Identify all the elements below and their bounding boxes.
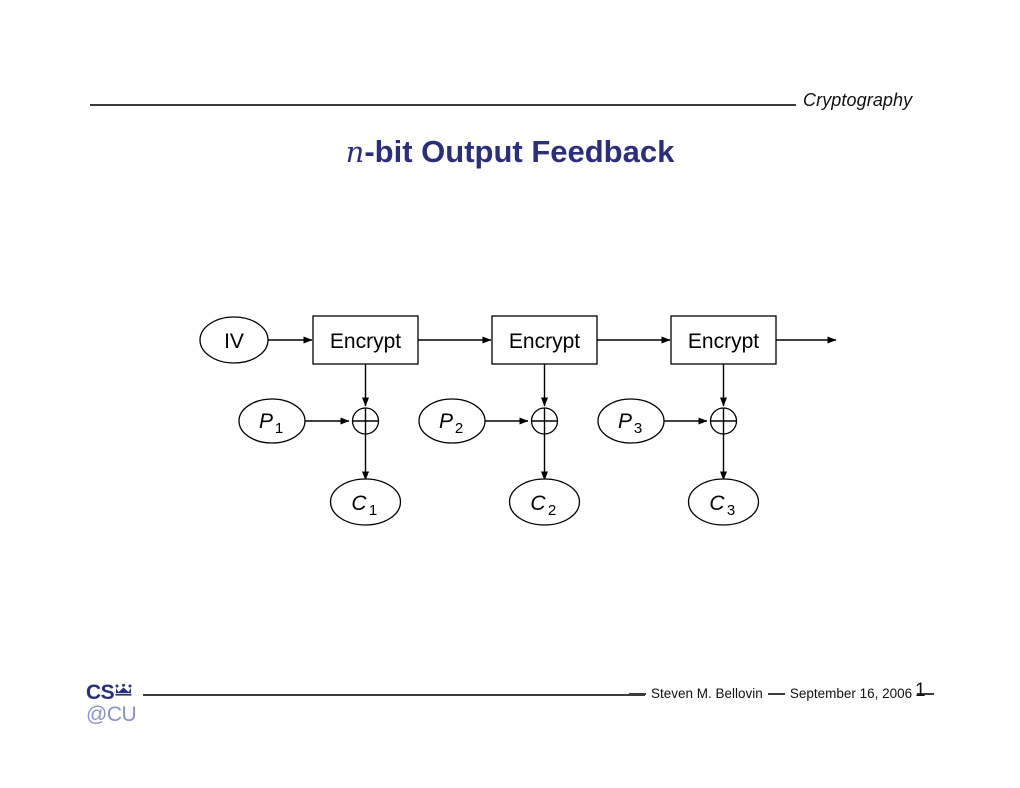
ciphertext-node-3: C 3 bbox=[687, 478, 760, 526]
plaintext-node-2: P 2 bbox=[418, 398, 486, 444]
footer-dash-left bbox=[629, 693, 646, 695]
title-math-variable: n bbox=[345, 135, 365, 169]
ciphertext-node-1: C 1 bbox=[329, 478, 402, 526]
ciphertext-node-2-base: C bbox=[530, 492, 546, 515]
iv-node: IV bbox=[199, 316, 269, 364]
logo-bottom-text: @CU bbox=[86, 703, 137, 726]
footer-rule bbox=[143, 694, 645, 696]
logo-top-text: CS bbox=[86, 679, 148, 703]
plaintext-node-3-subscript: 3 bbox=[634, 420, 642, 437]
plaintext-node-2-subscript: 2 bbox=[455, 420, 463, 437]
cipher-block-2-label: Encrypt bbox=[509, 330, 580, 353]
logo-cs-text: CS bbox=[86, 681, 115, 704]
cs-at-cu-logo: CS @CU bbox=[86, 679, 148, 731]
ciphertext-node-3-base: C bbox=[709, 492, 725, 515]
plaintext-node-3-base: P bbox=[618, 410, 632, 433]
header-course-title: Cryptography bbox=[803, 90, 913, 110]
footer-meta: Steven M. Bellovin September 16, 2006 bbox=[624, 686, 939, 701]
ciphertext-node-1-subscript: 1 bbox=[369, 502, 377, 519]
title-rest: -bit Output Feedback bbox=[364, 134, 675, 169]
plaintext-node-1-subscript: 1 bbox=[275, 420, 283, 437]
page-title: n-bit Output Feedback bbox=[0, 134, 1020, 170]
xor-gate-1 bbox=[351, 407, 380, 435]
cipher-block-1: Encrypt bbox=[312, 315, 419, 365]
page-number: 1 bbox=[915, 680, 926, 701]
xor-gate-3 bbox=[709, 407, 738, 435]
ciphertext-node-1-base: C bbox=[351, 492, 367, 515]
ofb-mode-diagram: IV Encrypt P 1 C 1 Encrypt P 2 C 2 Encry… bbox=[199, 315, 837, 526]
cipher-block-3-label: Encrypt bbox=[688, 330, 759, 353]
header-rule bbox=[90, 104, 796, 106]
plaintext-node-2-base: P bbox=[439, 410, 453, 433]
cipher-block-1-label: Encrypt bbox=[330, 330, 401, 353]
plaintext-node-1-base: P bbox=[259, 410, 273, 433]
plaintext-node-1: P 1 bbox=[238, 398, 306, 444]
ciphertext-node-2-subscript: 2 bbox=[548, 502, 556, 519]
plaintext-node-3: P 3 bbox=[597, 398, 665, 444]
ciphertext-node-3-subscript: 3 bbox=[727, 502, 735, 519]
crown-icon bbox=[115, 679, 132, 700]
iv-node-label: IV bbox=[224, 330, 244, 353]
cipher-block-3: Encrypt bbox=[670, 315, 777, 365]
footer-dash-middle bbox=[767, 693, 785, 695]
cipher-block-2: Encrypt bbox=[491, 315, 598, 365]
xor-gate-2 bbox=[530, 407, 559, 435]
footer-date: September 16, 2006 bbox=[789, 686, 913, 701]
footer-author: Steven M. Bellovin bbox=[651, 686, 763, 701]
ciphertext-node-2: C 2 bbox=[508, 478, 581, 526]
